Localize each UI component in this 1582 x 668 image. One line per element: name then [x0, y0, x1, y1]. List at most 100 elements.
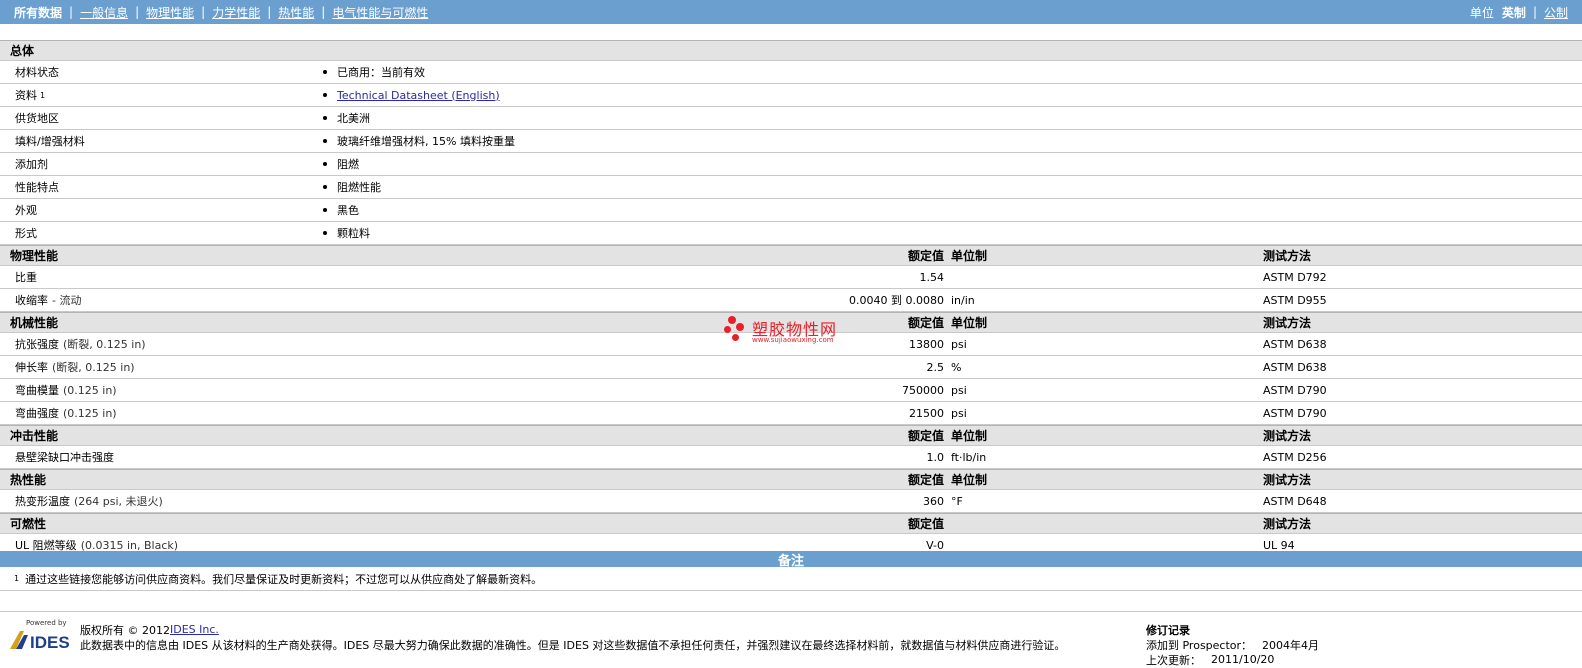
col-header-value: 额定值 — [907, 316, 944, 330]
watermark-dot — [736, 323, 744, 331]
property-name-text: 弯曲强度 — [15, 407, 59, 420]
table-row: 弯曲强度 (0.125 in) 21500 psi ASTM D790 — [0, 402, 1582, 425]
updated-label: 上次更新： — [1146, 653, 1201, 667]
footnote-marker: 1 — [40, 90, 46, 100]
bullet-icon — [323, 116, 327, 120]
footnote-text: 通过这些链接您能够访问供应商资料。我们尽量保证及时更新资料；不过您可以从供应商处… — [25, 572, 543, 586]
property-name-text: 伸长率 — [15, 361, 48, 374]
property-name-text: 添加剂 — [15, 158, 48, 171]
property-name: 抗张强度 (断裂, 0.125 in) — [15, 333, 146, 355]
ides-logo[interactable]: Powered by IDES — [8, 619, 72, 651]
table-row: 收缩率 - 流动 0.0040 到 0.0080 in/in ASTM D955 — [0, 289, 1582, 312]
tab-all-data[interactable]: 所有数据 — [14, 4, 62, 21]
property-value: 2.5 — [926, 360, 945, 374]
property-condition: (断裂, 0.125 in) — [63, 338, 146, 351]
added-label: 添加到 Prospector： — [1146, 638, 1253, 652]
watermark-dot — [728, 316, 736, 324]
unit-switcher: 单位 英制 | 公制 — [1470, 4, 1568, 21]
property-condition: (0.0315 in, Black) — [80, 538, 179, 552]
property-value: 13800 — [909, 337, 944, 351]
property-name-text: 比重 — [15, 271, 37, 284]
col-header-value: 额定值 — [907, 429, 944, 443]
unit-imperial[interactable]: 英制 — [1502, 4, 1526, 21]
tab-mechanical[interactable]: 力学性能 — [212, 4, 260, 21]
property-value-cell: 阻燃性能 — [323, 176, 381, 198]
section-header: 可燃性 额定值 测试方法 — [0, 513, 1582, 534]
tab-general-info[interactable]: 一般信息 — [80, 4, 128, 21]
table-row: 性能特点 阻燃性能 — [0, 176, 1582, 199]
nav-tabs: 所有数据 | 一般信息 | 物理性能 | 力学性能 | 热性能 | 电气性能与可… — [14, 4, 428, 21]
copyright-line: 版权所有 © 2012 IDES Inc. — [80, 622, 1065, 637]
property-condition: - 流动 — [52, 294, 82, 307]
property-unit: psi — [951, 337, 967, 351]
section-title: 机械性能 — [10, 316, 59, 330]
logo-powered-by: Powered by — [26, 619, 67, 627]
property-value: 750000 — [902, 383, 944, 397]
copyright-link[interactable]: IDES Inc. — [170, 623, 219, 636]
property-name: 热变形温度 (264 psi, 未退火) — [15, 490, 163, 512]
section-header: 冲击性能 额定值 单位制 测试方法 — [0, 425, 1582, 446]
property-name-text: 填料/增强材料 — [15, 135, 85, 148]
footnote-marker: 1 — [14, 574, 20, 583]
nav-separator: | — [321, 5, 326, 19]
property-name-text: 外观 — [15, 204, 37, 217]
property-value: 21500 — [909, 406, 944, 420]
section-title: 总体 — [10, 44, 35, 58]
datasheet-table: 总体 材料状态 已商用：当前有效 资料 1 Technical Datashee… — [0, 40, 1582, 557]
disclaimer-line: 此数据表中的信息由 IDES 从该材料的生产商处获得。IDES 尽最大努力确保此… — [80, 638, 1066, 652]
property-name: 资料 1 — [15, 84, 45, 106]
property-name-text: 材料状态 — [15, 66, 59, 79]
tab-thermal[interactable]: 热性能 — [278, 4, 314, 21]
added-value: 2004年4月 — [1262, 638, 1320, 652]
watermark-url: www.sujiaowuxing.com — [752, 336, 834, 344]
col-header-method: 测试方法 — [1263, 517, 1312, 531]
ides-logo-icon: IDES — [10, 631, 70, 651]
tab-physical[interactable]: 物理性能 — [146, 4, 194, 21]
col-header-value: 额定值 — [907, 473, 944, 487]
nav-separator: | — [1532, 5, 1537, 19]
property-name: 添加剂 — [15, 153, 48, 175]
test-method: ASTM D955 — [1263, 293, 1327, 307]
table-row: 填料/增强材料 玻璃纤维增强材料, 15% 填料按重量 — [0, 130, 1582, 153]
property-value-cell: 黑色 — [323, 199, 359, 221]
copyright-prefix: 版权所有 © 2012 — [80, 623, 170, 637]
col-header-value: 额定值 — [907, 249, 944, 263]
property-name: 伸长率 (断裂, 0.125 in) — [15, 356, 135, 378]
col-header-value: 额定值 — [907, 517, 944, 531]
unit-metric-link[interactable]: 公制 — [1544, 4, 1568, 21]
bullet-icon — [323, 185, 327, 189]
property-value: 玻璃纤维增强材料, 15% 填料按重量 — [337, 135, 515, 148]
property-value: 1.54 — [919, 270, 945, 284]
property-value: 黑色 — [337, 204, 359, 217]
property-unit: psi — [951, 406, 967, 420]
property-value-cell: Technical Datasheet (English) — [323, 84, 500, 106]
col-header-method: 测试方法 — [1263, 473, 1312, 487]
tab-electrical-flammability[interactable]: 电气性能与可燃性 — [332, 4, 428, 21]
test-method: ASTM D638 — [1263, 360, 1327, 374]
datasheet-link[interactable]: Technical Datasheet (English) — [337, 89, 500, 102]
property-value: 0.0040 到 0.0080 — [849, 294, 944, 307]
revision-history: 修订记录 添加到 Prospector： 2004年4月 上次更新： 2011/… — [1146, 622, 1319, 667]
col-header-unit: 单位制 — [951, 316, 988, 330]
property-name-text: 弯曲模量 — [15, 384, 59, 397]
property-unit: psi — [951, 383, 967, 397]
property-name: 收缩率 - 流动 — [15, 289, 81, 311]
bullet-icon — [323, 208, 327, 212]
revision-title: 修订记录 — [1146, 623, 1190, 637]
property-name: 供货地区 — [15, 107, 59, 129]
property-name-text: 抗张强度 — [15, 338, 59, 351]
top-nav-bar: 所有数据 | 一般信息 | 物理性能 | 力学性能 | 热性能 | 电气性能与可… — [0, 0, 1582, 24]
units-label: 单位 — [1469, 5, 1494, 20]
property-name: 形式 — [15, 222, 37, 244]
property-name-text: 形式 — [15, 227, 37, 240]
section-header: 物理性能 额定值 单位制 测试方法 — [0, 245, 1582, 266]
property-unit: ft·lb/in — [951, 450, 987, 464]
property-name-text: 供货地区 — [15, 112, 59, 125]
bullet-icon — [323, 139, 327, 143]
watermark-dot — [732, 334, 739, 341]
nav-separator: | — [135, 5, 140, 19]
table-row: 悬壁梁缺口冲击强度 1.0 ft·lb/in ASTM D256 — [0, 446, 1582, 469]
property-name-text: 热变形温度 — [15, 495, 70, 508]
nav-separator: | — [201, 5, 206, 19]
test-method: ASTM D790 — [1263, 383, 1327, 397]
